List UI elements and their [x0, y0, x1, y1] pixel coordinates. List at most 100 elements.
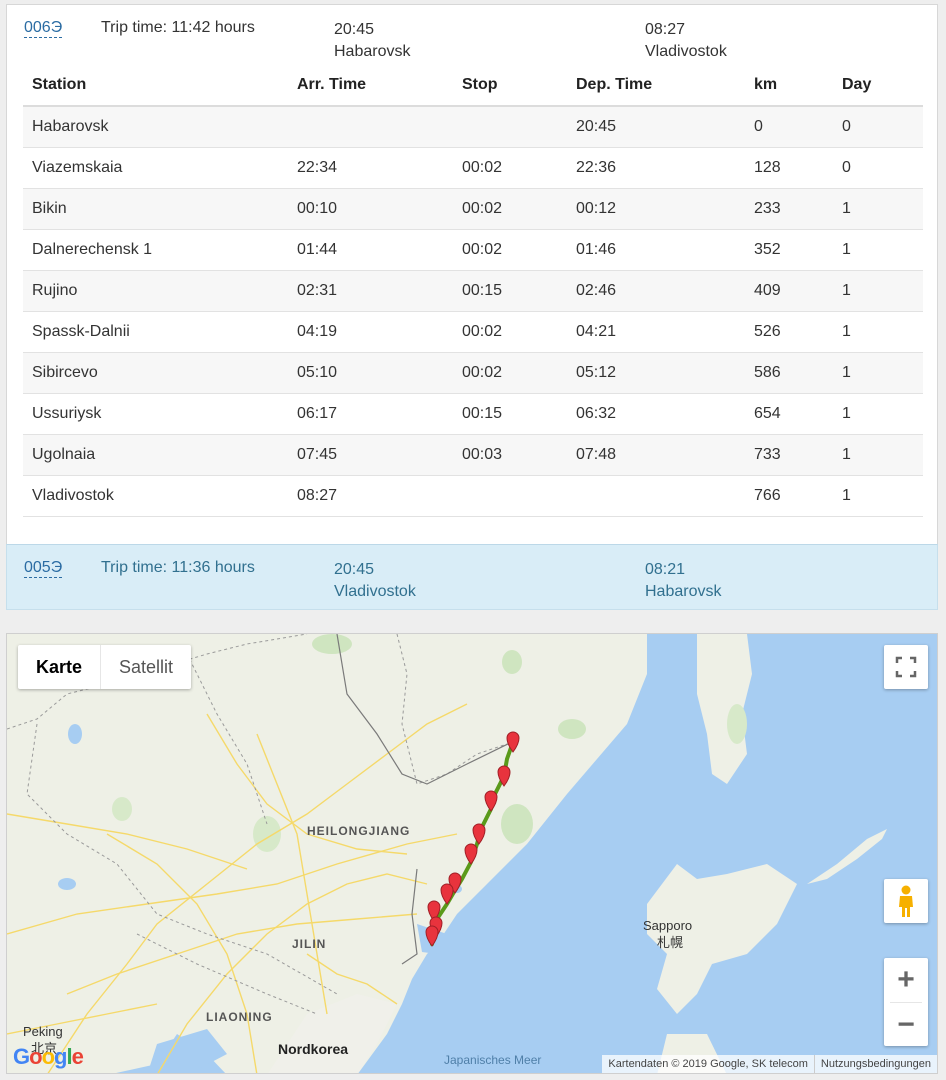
- col-km: km: [745, 65, 833, 107]
- cell-arr-time: 07:45: [288, 434, 453, 476]
- cell-day: 1: [833, 188, 923, 230]
- cell-stop: 00:03: [453, 434, 567, 476]
- cell-station: Ugolnaia: [23, 434, 288, 476]
- timetable-row: Bikin 00:10 00:02 00:12 233 1: [23, 188, 923, 230]
- map-attribution-bar: Kartendaten © 2019 Google, SK telecom Nu…: [602, 1055, 937, 1073]
- cell-station: Bikin: [23, 188, 288, 230]
- label-nordkorea: Nordkorea: [278, 1041, 349, 1057]
- google-logo[interactable]: Google: [13, 1044, 84, 1070]
- label-peking: Peking: [23, 1024, 63, 1039]
- label-japanisches-meer: Japanisches Meer: [444, 1053, 542, 1067]
- cell-day: 1: [833, 475, 923, 517]
- cell-stop: 00:15: [453, 270, 567, 312]
- departure-info: 20:45 Vladivostok: [334, 559, 416, 603]
- trip-card-006: 006Э Trip time: 11:42 hours 20:45 Habaro…: [6, 4, 938, 544]
- map-type-satellite-button[interactable]: Satellit: [101, 645, 191, 689]
- arrival-time: 08:21: [645, 561, 686, 578]
- arrival-info: 08:21 Habarovsk: [645, 559, 721, 603]
- departure-time: 20:45: [334, 561, 375, 578]
- timetable-row: Vladivostok 08:27 766 1: [23, 475, 923, 517]
- col-dep-time: Dep. Time: [567, 65, 745, 107]
- fullscreen-icon: [895, 656, 917, 678]
- cell-dep-time: 00:12: [567, 188, 745, 230]
- timetable-row: Ugolnaia 07:45 00:03 07:48 733 1: [23, 434, 923, 476]
- trip-time: Trip time: 11:36 hours: [101, 559, 255, 576]
- cell-stop: 00:02: [453, 352, 567, 394]
- timetable-row: Rujino 02:31 00:15 02:46 409 1: [23, 270, 923, 312]
- arrival-station: Habarovsk: [645, 583, 722, 600]
- cell-dep-time: 02:46: [567, 270, 745, 312]
- cell-day: 1: [833, 229, 923, 271]
- cell-station: Dalnerechensk 1: [23, 229, 288, 271]
- fullscreen-button[interactable]: [884, 645, 928, 689]
- cell-km: 409: [745, 270, 833, 312]
- cell-dep-time: 06:32: [567, 393, 745, 435]
- cell-day: 1: [833, 352, 923, 394]
- arrival-time: 08:27: [645, 21, 686, 38]
- timetable-row: Ussuriysk 06:17 00:15 06:32 654 1: [23, 393, 923, 435]
- timetable: Station Arr. Time Stop Dep. Time km Day …: [23, 65, 923, 517]
- trip-header: 006Э Trip time: 11:42 hours 20:45 Habaro…: [7, 5, 937, 65]
- arrival-station: Vladivostok: [645, 43, 727, 60]
- cell-station: Vladivostok: [23, 475, 288, 517]
- label-sapporo: Sapporo: [643, 918, 693, 933]
- cell-station: Sibircevo: [23, 352, 288, 394]
- cell-stop: 00:15: [453, 393, 567, 435]
- label-heilongjiang: HEILONGJIANG: [307, 824, 411, 838]
- train-number-link[interactable]: 005Э: [24, 559, 63, 578]
- cell-stop: 00:02: [453, 147, 567, 189]
- departure-station: Habarovsk: [334, 43, 411, 60]
- station-markers[interactable]: [7, 634, 938, 1074]
- cell-arr-time: [288, 106, 453, 148]
- zoom-control: + −: [884, 958, 928, 1046]
- cell-dep-time: 20:45: [567, 106, 745, 148]
- street-view-pegman[interactable]: [884, 879, 928, 923]
- cell-arr-time: 00:10: [288, 188, 453, 230]
- cell-km: 733: [745, 434, 833, 476]
- cell-day: 0: [833, 147, 923, 189]
- cell-day: 1: [833, 270, 923, 312]
- train-number-link[interactable]: 006Э: [24, 19, 63, 38]
- cell-dep-time: 05:12: [567, 352, 745, 394]
- map-type-control: Karte Satellit: [18, 645, 192, 689]
- cell-station: Ussuriysk: [23, 393, 288, 435]
- map-marker: [472, 823, 486, 845]
- route-map[interactable]: HEILONGJIANG JILIN LIAONING Sapporo 札幌 P…: [6, 633, 938, 1074]
- departure-info: 20:45 Habarovsk: [334, 19, 410, 63]
- timetable-row: Habarovsk 20:45 0 0: [23, 106, 923, 148]
- arrival-info: 08:27 Vladivostok: [645, 19, 727, 63]
- terms-link[interactable]: Nutzungsbedingungen: [813, 1055, 937, 1073]
- trip-time: Trip time: 11:42 hours: [101, 19, 255, 36]
- cell-arr-time: 02:31: [288, 270, 453, 312]
- col-arr-time: Arr. Time: [288, 65, 453, 107]
- map-type-karte-button[interactable]: Karte: [18, 645, 102, 689]
- cell-arr-time: 06:17: [288, 393, 453, 435]
- cell-arr-time: 05:10: [288, 352, 453, 394]
- cell-stop: 00:02: [453, 188, 567, 230]
- label-jilin: JILIN: [292, 937, 327, 951]
- cell-stop: [453, 106, 567, 148]
- cell-dep-time: 04:21: [567, 311, 745, 353]
- cell-km: 0: [745, 106, 833, 148]
- map-marker: [497, 765, 511, 787]
- map-marker: [464, 843, 478, 865]
- cell-dep-time: [567, 475, 745, 517]
- cell-day: 1: [833, 434, 923, 476]
- cell-km: 233: [745, 188, 833, 230]
- cell-arr-time: 08:27: [288, 475, 453, 517]
- cell-km: 526: [745, 311, 833, 353]
- col-day: Day: [833, 65, 923, 107]
- timetable-row: Spassk-Dalnii 04:19 00:02 04:21 526 1: [23, 311, 923, 353]
- cell-km: 352: [745, 229, 833, 271]
- trip-card-005[interactable]: 005Э Trip time: 11:36 hours 20:45 Vladiv…: [6, 544, 938, 610]
- cell-arr-time: 04:19: [288, 311, 453, 353]
- col-stop: Stop: [453, 65, 567, 107]
- cell-km: 128: [745, 147, 833, 189]
- label-sapporo-cjk: 札幌: [657, 935, 684, 950]
- cell-station: Viazemskaia: [23, 147, 288, 189]
- map-marker: [425, 925, 439, 947]
- timetable-row: Sibircevo 05:10 00:02 05:12 586 1: [23, 352, 923, 394]
- map-attribution: Kartendaten © 2019 Google, SK telecom: [608, 1058, 808, 1070]
- zoom-out-button[interactable]: −: [884, 1003, 928, 1046]
- zoom-in-button[interactable]: +: [884, 958, 928, 1002]
